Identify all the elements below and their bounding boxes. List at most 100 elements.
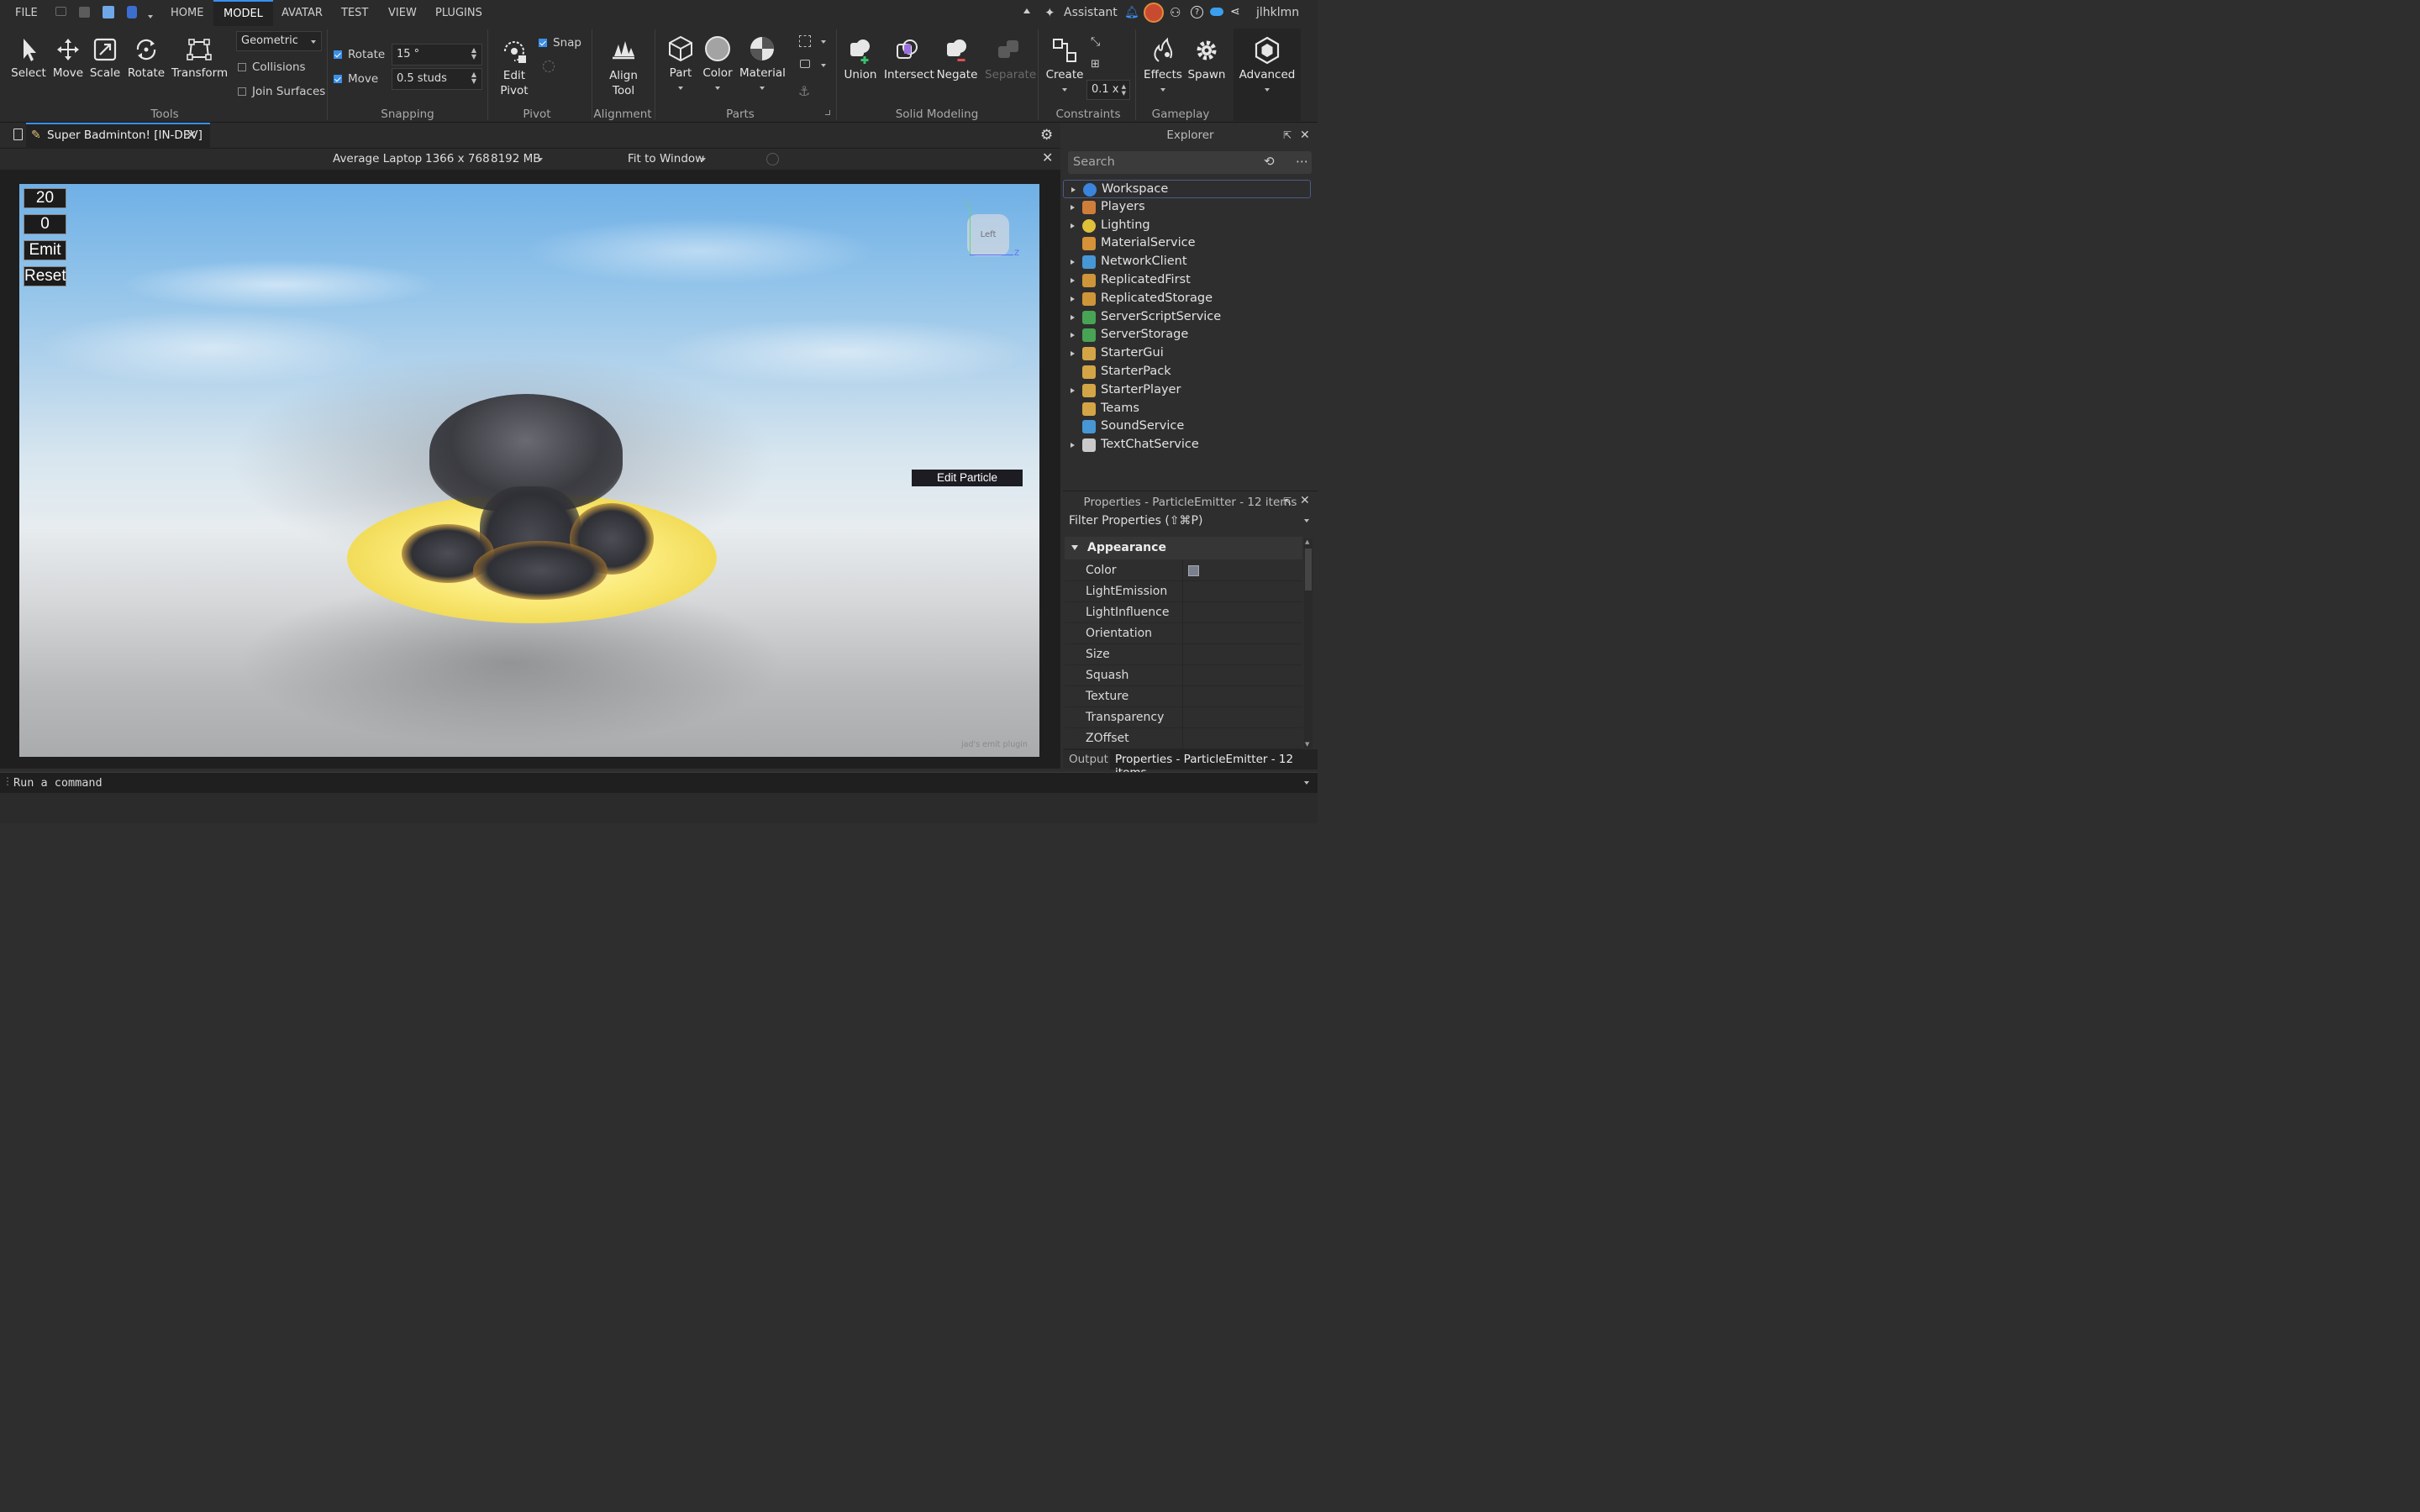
tab-output[interactable]: Output [1069, 753, 1108, 766]
property-row[interactable]: Squash [1065, 665, 1302, 686]
weld-icon[interactable]: ⤡ [1091, 35, 1100, 49]
chevron-down-icon[interactable] [678, 87, 683, 90]
explorer-search-input[interactable]: Search ⟲ [1068, 151, 1312, 174]
filter-properties-input[interactable]: Filter Properties (⇧⌘P) [1065, 512, 1316, 531]
transform-tool[interactable]: Transform [171, 36, 228, 80]
save-icon[interactable] [79, 7, 90, 18]
reset-button[interactable]: Reset [24, 266, 66, 286]
material-button[interactable]: Material [739, 34, 786, 93]
cloud-icon[interactable] [1210, 8, 1223, 16]
rotate-snap-input[interactable]: 15 ° ▲ ▼ [392, 44, 482, 66]
orientation-icon[interactable] [766, 153, 779, 165]
property-row[interactable]: Orientation [1065, 623, 1302, 644]
memory-select[interactable]: 8192 MB [491, 152, 541, 165]
chevron-down-icon[interactable] [821, 40, 826, 44]
chevron-down-icon[interactable] [1265, 88, 1270, 92]
undock-icon[interactable]: ⇱ [1283, 129, 1292, 141]
explorer-item[interactable]: ReplicatedStorage [1063, 290, 1318, 308]
chevron-down-icon[interactable] [1160, 88, 1165, 92]
help-icon[interactable]: ? [1191, 6, 1203, 18]
scroll-down-icon[interactable]: ▼ [1305, 741, 1309, 748]
database-icon[interactable] [127, 6, 137, 18]
close-panel-icon[interactable]: ✕ [1300, 129, 1310, 142]
explorer-item[interactable]: ServerStorage [1063, 326, 1318, 344]
negate-button[interactable]: Negate [936, 36, 978, 81]
explorer-item[interactable]: Workspace [1063, 180, 1311, 198]
notification-bell-icon[interactable]: 🔔︎ [1124, 6, 1139, 19]
explorer-item[interactable]: ServerScriptService [1063, 308, 1318, 327]
more-options-icon[interactable]: ⋯ [1296, 154, 1308, 169]
advanced-button[interactable]: Advanced [1237, 36, 1297, 95]
join-surfaces-checkbox[interactable]: Join Surfaces [238, 85, 325, 98]
move-snap-input[interactable]: 0.5 studs ▲ ▼ [392, 68, 482, 90]
union-button[interactable]: Union [842, 36, 879, 81]
expand-arrow-icon[interactable] [1071, 296, 1075, 302]
expand-arrow-icon[interactable] [1071, 351, 1075, 357]
scrollbar-thumb[interactable] [1305, 549, 1312, 591]
select-tool[interactable]: Select [10, 36, 47, 80]
chevron-down-icon[interactable] [715, 87, 720, 90]
document-icon[interactable] [13, 129, 23, 140]
property-row[interactable]: Texture [1065, 686, 1302, 707]
expand-arrow-icon[interactable] [1071, 443, 1075, 449]
explorer-item[interactable]: TextChatService [1063, 436, 1318, 454]
move-tool[interactable]: Move [50, 36, 86, 80]
emit-button[interactable]: Emit [24, 240, 66, 260]
explorer-item[interactable]: StarterGui [1063, 344, 1318, 363]
close-emulation-icon[interactable]: ✕ [1042, 150, 1053, 165]
tab-model[interactable]: MODEL [213, 0, 273, 26]
joint-icon[interactable]: ⊞ [1091, 58, 1100, 71]
explorer-item[interactable]: MaterialService [1063, 234, 1318, 253]
username[interactable]: jlhklmn [1256, 0, 1299, 26]
color-button[interactable]: Color [701, 34, 734, 93]
expand-arrow-icon[interactable] [1071, 314, 1075, 320]
intersect-button[interactable]: Intersect [884, 36, 934, 81]
expand-arrow-icon[interactable] [1071, 333, 1075, 339]
color-swatch[interactable] [1188, 565, 1199, 576]
add-friend-icon[interactable]: ⚇ [1170, 5, 1181, 20]
avatar[interactable] [1144, 3, 1164, 23]
fit-to-window-select[interactable]: Fit to Window [628, 152, 704, 165]
explorer-item[interactable]: StarterPlayer [1063, 381, 1318, 400]
expand-arrow-icon[interactable] [1071, 260, 1075, 265]
lock-icon[interactable] [800, 60, 810, 68]
monitor-icon[interactable] [55, 7, 66, 16]
part-button[interactable]: Part [665, 34, 697, 93]
drag-handle-icon[interactable]: ⋮ [3, 775, 13, 787]
settings-gear-icon[interactable]: ⚙ [1040, 127, 1053, 144]
history-icon[interactable]: ⟲ [1264, 154, 1275, 169]
appearance-section-header[interactable]: Appearance [1065, 537, 1302, 559]
property-row[interactable]: LightEmission [1065, 581, 1302, 602]
property-row[interactable]: LightInfluence [1065, 602, 1302, 623]
rotate-tool[interactable]: Rotate [126, 36, 166, 80]
collapse-arrow-icon[interactable] [1071, 545, 1078, 550]
align-tool[interactable]: Align Tool [602, 36, 645, 98]
script-icon[interactable] [103, 6, 114, 18]
transform-mode-select[interactable]: Geometric [236, 31, 322, 51]
expand-arrow-icon[interactable] [1071, 204, 1075, 210]
expand-arrow-icon[interactable] [1071, 223, 1075, 228]
stepper-icon[interactable]: ▲ ▼ [471, 47, 476, 60]
scroll-up-icon[interactable]: ▲ [1305, 538, 1309, 545]
tab-plugins[interactable]: PLUGINS [435, 0, 482, 26]
undock-icon[interactable]: ⇱ [1283, 496, 1292, 507]
tab-avatar[interactable]: AVATAR [281, 0, 323, 26]
collisions-checkbox[interactable]: Collisions [238, 60, 306, 74]
tab-test[interactable]: TEST [341, 0, 368, 26]
pivot-snap-checkbox[interactable]: Snap [539, 36, 581, 50]
spawn-button[interactable]: Spawn [1187, 36, 1226, 81]
explorer-item[interactable]: NetworkClient [1063, 253, 1318, 271]
file-menu[interactable]: FILE [15, 0, 38, 26]
tab-view[interactable]: VIEW [388, 0, 417, 26]
device-select[interactable]: Average Laptop [333, 152, 422, 165]
effects-button[interactable]: Effects [1142, 36, 1184, 95]
separate-button[interactable]: Separate [985, 36, 1036, 81]
constraint-scale-input[interactable]: 0.1 x ▲ ▼ [1086, 80, 1130, 100]
rotate-snap-checkbox[interactable]: Rotate [334, 48, 385, 61]
quick-access-chevron-icon[interactable] [148, 9, 153, 22]
chevron-down-icon[interactable] [1062, 88, 1067, 92]
property-row[interactable]: Size [1065, 644, 1302, 665]
chevron-down-icon[interactable] [1304, 781, 1309, 785]
property-row[interactable]: Color [1065, 560, 1302, 581]
scale-tool[interactable]: Scale [87, 36, 123, 80]
